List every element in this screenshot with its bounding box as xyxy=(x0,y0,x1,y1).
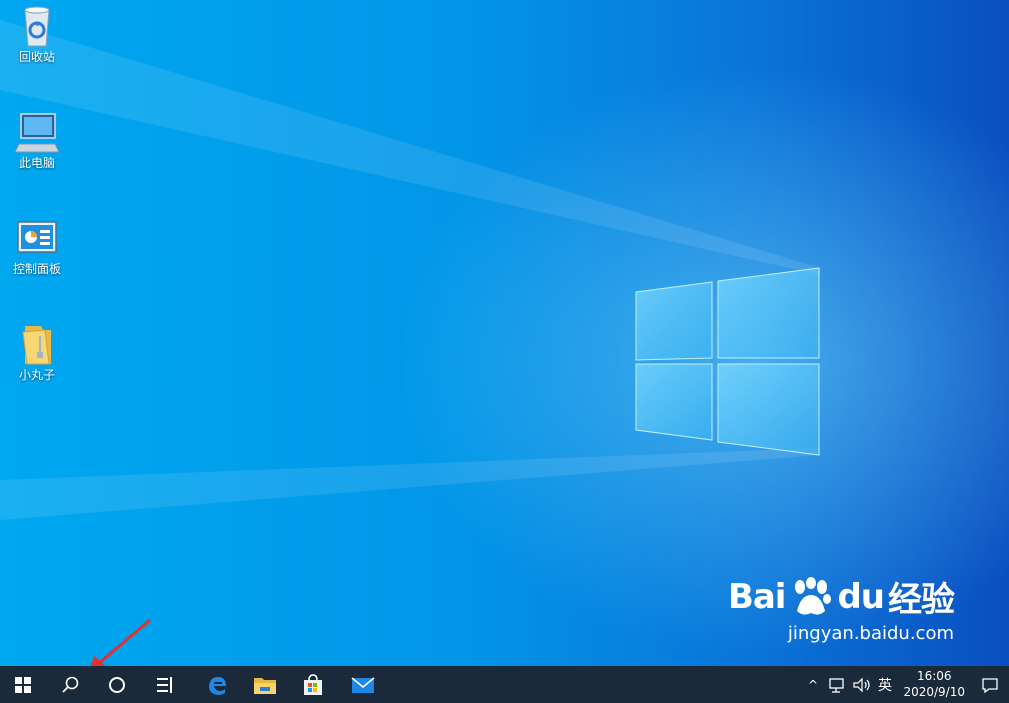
baidu-logo: Bai du 经验 xyxy=(727,572,955,621)
watermark-brand-c: 经验 xyxy=(888,580,955,620)
watermark-brand-b: du xyxy=(837,576,885,617)
desktop-icon-folder[interactable]: 小丸子 xyxy=(8,322,66,382)
show-hidden-icons-button[interactable]: ^ xyxy=(803,666,823,703)
desktop-icon-control-panel[interactable]: 控制面板 xyxy=(8,216,66,276)
windows-logo-wallpaper xyxy=(0,20,820,520)
annotation-arrow xyxy=(90,618,151,666)
volume-button[interactable] xyxy=(850,666,874,703)
chevron-up-icon: ^ xyxy=(807,677,819,692)
search-icon xyxy=(62,676,79,693)
task-view-icon xyxy=(157,676,172,693)
paw-icon xyxy=(795,576,832,615)
watermark-brand-a: Bai xyxy=(727,576,787,617)
speaker-icon xyxy=(853,677,870,692)
folder-icon xyxy=(15,322,59,366)
clock-time: 16:06 xyxy=(916,669,952,683)
file-explorer-icon xyxy=(254,677,276,694)
desktop: 回收站 此电脑 控制面板 小丸子 Bai du 经验 jingyan.baidu… xyxy=(0,0,1009,666)
desktop-icon-label: 小丸子 xyxy=(18,368,55,382)
input-language-button[interactable]: 英 xyxy=(874,666,896,703)
start-button[interactable] xyxy=(0,666,46,703)
task-view-button[interactable] xyxy=(142,666,188,703)
computer-icon xyxy=(14,110,60,154)
file-explorer-button[interactable] xyxy=(242,666,288,703)
cortana-button[interactable] xyxy=(94,666,140,703)
edge-button[interactable] xyxy=(194,666,240,703)
desktop-icon-recycle-bin[interactable]: 回收站 xyxy=(8,4,66,64)
edge-icon xyxy=(209,676,226,695)
language-indicator: 英 xyxy=(878,677,892,694)
network-icon xyxy=(829,677,844,693)
baidu-watermark: Bai du 经验 jingyan.baidu.com xyxy=(727,572,955,644)
control-panel-icon xyxy=(15,216,59,260)
notification-icon xyxy=(982,677,998,693)
search-button[interactable] xyxy=(47,666,93,703)
desktop-icon-this-pc[interactable]: 此电脑 xyxy=(8,110,66,170)
recycle-bin-icon xyxy=(15,4,59,48)
mail-button[interactable] xyxy=(340,666,386,703)
network-button[interactable] xyxy=(826,666,848,703)
watermark-site: jingyan.baidu.com xyxy=(787,623,954,644)
desktop-icon-label: 回收站 xyxy=(18,50,55,64)
cortana-icon xyxy=(109,676,125,693)
desktop-icon-label: 此电脑 xyxy=(18,156,55,170)
store-icon xyxy=(304,673,322,695)
taskbar: ^ 英 16:06 2020/9/10 xyxy=(0,666,1009,703)
mail-icon xyxy=(351,676,375,693)
clock-date: 2020/9/10 xyxy=(903,685,965,699)
start-icon xyxy=(15,676,31,693)
action-center-button[interactable] xyxy=(975,666,1005,703)
clock[interactable]: 16:06 2020/9/10 xyxy=(903,668,965,700)
store-button[interactable] xyxy=(290,666,336,703)
desktop-icon-label: 控制面板 xyxy=(12,262,61,276)
